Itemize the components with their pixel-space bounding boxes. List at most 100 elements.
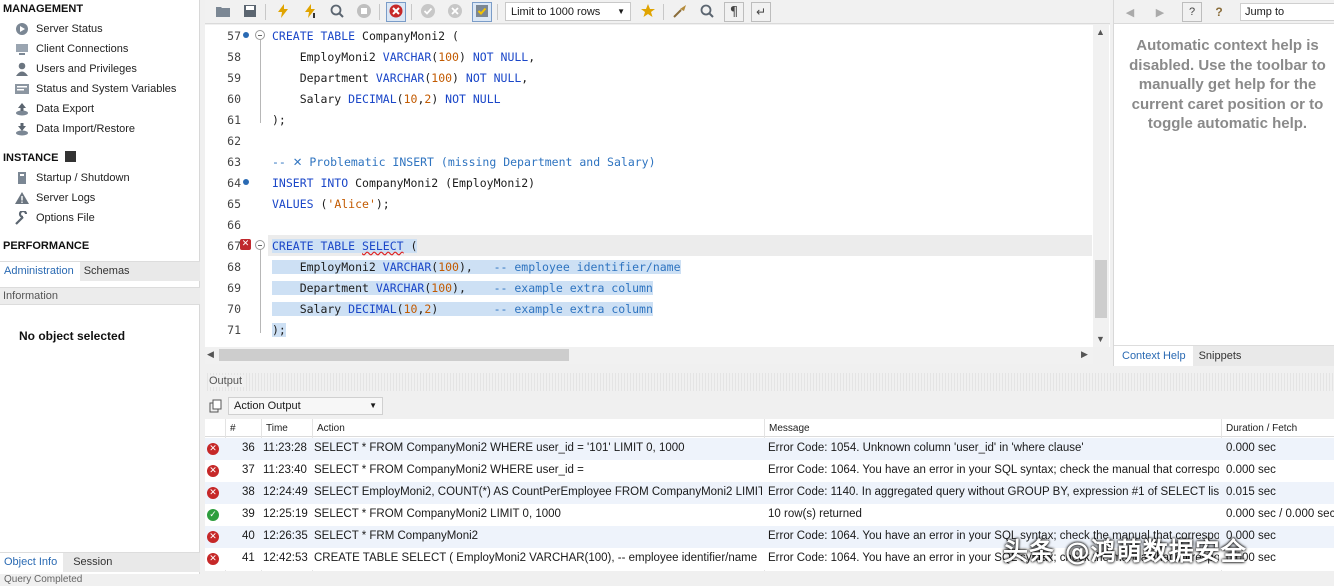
open-file-button[interactable] [213,2,233,22]
scroll-down-icon[interactable]: ▼ [1096,334,1105,344]
line-number: 65 [227,197,241,211]
beautify-button[interactable] [670,2,690,22]
tab-administration[interactable]: Administration [0,262,80,281]
nav-data-import[interactable]: Data Import/Restore [14,120,135,138]
nav-status-variables[interactable]: Status and System Variables [14,80,176,98]
col-num[interactable]: # [230,423,236,434]
folder-icon [215,4,231,21]
stop-button[interactable] [354,2,374,22]
output-row[interactable]: ✕ 38 12:24:49 SELECT EmployMoni2, COUNT(… [205,482,1334,504]
forward-arrow-icon[interactable]: ▶ [1150,2,1170,22]
save-button[interactable] [240,2,260,22]
editor-vertical-scrollbar[interactable]: ▲ ▼ [1093,25,1109,347]
col-action[interactable]: Action [317,423,345,434]
help-page-icon: ? [1188,6,1196,18]
editor-horizontal-scrollbar[interactable]: ◀ ▶ [205,347,1093,364]
line-number: 64 [227,176,241,190]
scroll-left-icon[interactable]: ◀ [207,349,214,360]
col-message[interactable]: Message [769,423,810,434]
editor-line: 63 -- ✕ Problematic INSERT (missing Depa… [205,151,1092,172]
nav-client-connections[interactable]: Client Connections [14,40,128,58]
editor-line: 69 Department VARCHAR(100), -- example e… [205,277,1092,298]
stop-error-icon [388,3,404,22]
commit-button[interactable] [418,2,438,22]
tab-schemas[interactable]: Schemas [80,262,136,281]
output-toolbar: Action Output ▼ [205,395,1334,417]
scroll-up-icon[interactable]: ▲ [1096,27,1105,37]
nav-server-logs[interactable]: Server Logs [14,189,95,207]
nav-label: Server Status [36,23,103,35]
output-type-select[interactable]: Action Output ▼ [228,397,383,415]
nav-server-status[interactable]: Server Status [14,20,103,38]
nav-data-export[interactable]: Data Export [14,100,94,118]
output-row[interactable]: ✕ 37 11:23:40 SELECT * FROM CompanyMoni2… [205,460,1334,482]
lightning-icon [275,3,291,22]
manual-help-button[interactable]: ? [1182,2,1202,22]
col-duration[interactable]: Duration / Fetch [1226,423,1297,434]
sql-editor-toolbar: Limit to 1000 rows ▼ ¶ ↵ [205,0,1110,24]
execute-button[interactable] [273,2,293,22]
stop-on-error-toggle[interactable] [386,2,406,22]
line-number: 57 [227,29,241,43]
tab-session[interactable]: Session [63,553,118,572]
editor-line: 68 EmployMoni2 VARCHAR(100), -- employee… [205,256,1092,277]
cancel-circle-icon [447,3,463,22]
find-button[interactable] [697,2,717,22]
tab-snippets[interactable]: Snippets [1193,346,1249,366]
user-icon [14,62,30,76]
tab-context-help[interactable]: Context Help [1114,346,1193,366]
editor-line: 57 CREATE TABLE CompanyMoni2 ( [205,25,1092,46]
word-wrap-toggle[interactable]: ↵ [751,2,771,22]
jump-to-input[interactable]: Jump to [1240,3,1334,21]
instance-icon [65,151,77,162]
statement-marker [243,179,249,185]
line-number: 61 [227,113,241,127]
star-add-icon [640,3,656,22]
auto-help-toggle[interactable]: ? [1209,2,1229,22]
fold-toggle[interactable] [255,30,265,40]
editor-line: 71 ); [205,319,1092,340]
vertical-scroll-thumb[interactable] [1095,260,1107,318]
nav-users-privileges[interactable]: Users and Privileges [14,60,137,78]
error-status-icon: ✕ [207,553,219,565]
nav-startup-shutdown[interactable]: Startup / Shutdown [14,169,130,187]
col-time[interactable]: Time [266,423,288,434]
lightning-cursor-icon [302,3,318,22]
sql-editor[interactable]: 57 CREATE TABLE CompanyMoni2 ( 58 Employ… [205,25,1110,347]
context-help-panel: ◀ ▶ ? ? Jump to Automatic context help i… [1113,0,1334,366]
nav-options-file[interactable]: Options File [14,209,95,227]
horizontal-scroll-thumb[interactable] [219,349,569,361]
information-header: Information [0,287,200,305]
rollback-button[interactable] [445,2,465,22]
editor-line: 64 INSERT INTO CompanyMoni2 (EmployMoni2… [205,172,1092,193]
copy-icon[interactable] [209,399,223,416]
invisible-chars-toggle[interactable]: ¶ [724,2,744,22]
broom-icon [672,3,688,22]
client-connections-icon [14,42,30,56]
nav-label: Client Connections [36,43,129,55]
data-export-icon [14,102,30,116]
output-row[interactable]: ✓ 39 12:25:19 SELECT * FROM CompanyMoni2… [205,504,1334,526]
output-header: Output [205,373,1334,391]
tab-object-info[interactable]: Object Info [0,553,64,572]
back-arrow-icon[interactable]: ◀ [1120,2,1140,22]
editor-line: 59 Department VARCHAR(100) NOT NULL, [205,67,1092,88]
execute-current-button[interactable] [300,2,320,22]
output-row[interactable]: ✕ 36 11:23:28 SELECT * FROM CompanyMoni2… [205,438,1334,460]
data-import-icon [14,122,30,136]
error-status-icon: ✕ [207,531,219,543]
chevron-down-icon: ▼ [617,7,625,16]
explain-button[interactable] [327,2,347,22]
autocommit-icon [474,3,490,22]
nav-label: Server Logs [36,192,96,204]
save-icon [242,4,258,21]
instance-title: INSTANCE [3,151,77,164]
limit-rows-select[interactable]: Limit to 1000 rows ▼ [505,2,631,21]
fold-toggle[interactable] [255,240,265,250]
scroll-right-icon[interactable]: ▶ [1081,349,1088,360]
autocommit-toggle[interactable] [472,2,492,22]
startup-icon [14,171,30,185]
context-help-toolbar: ◀ ▶ ? ? Jump to [1114,0,1334,24]
add-snippet-button[interactable] [638,2,658,22]
limit-rows-value: Limit to 1000 rows [511,6,601,18]
